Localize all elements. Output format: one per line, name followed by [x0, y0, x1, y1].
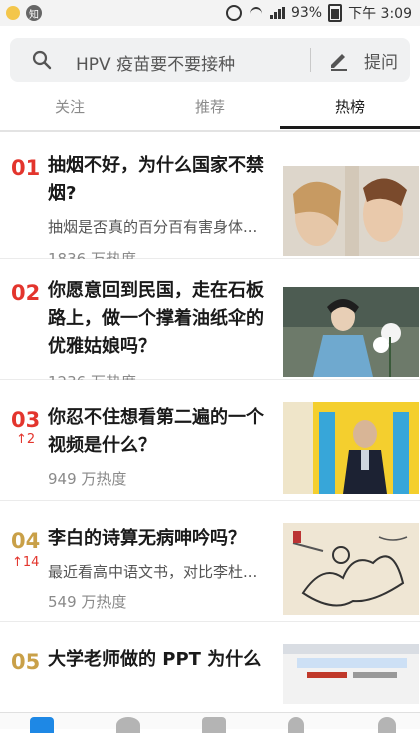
profile-nav-icon[interactable]	[378, 717, 396, 733]
alarm-icon	[225, 5, 242, 21]
battery-icon	[328, 4, 343, 22]
list-item[interactable]: 05 大学老师做的 PPT 为什么	[0, 622, 420, 704]
thumbnail-image[interactable]	[283, 166, 419, 256]
header-divider	[0, 130, 420, 132]
ask-question-label: 提问	[364, 52, 398, 73]
zhihu-notification-icon: 知	[26, 5, 42, 21]
signal-icon	[269, 7, 285, 19]
search-bar[interactable]: HPV 疫苗要不要接种 提问	[10, 38, 410, 82]
top-header: HPV 疫苗要不要接种 提问 关注 推荐 热榜	[0, 26, 420, 131]
answer-excerpt: 最近看高中语文书，对比李杜...	[48, 563, 258, 581]
question-title[interactable]: 大学老师做的 PPT 为什么	[48, 646, 270, 674]
status-bar: 知 93% 下午 3:09	[0, 0, 420, 26]
rank-trend: ↑2	[16, 432, 36, 447]
pencil-icon	[331, 54, 347, 71]
battery-percent: 93%	[290, 5, 323, 21]
thumbnail-image[interactable]	[283, 644, 419, 704]
list-item[interactable]: 02 你愿意回到民国，走在石板路上，做一个撑着油纸伞的优雅姑娘吗？ 1236 万…	[0, 259, 420, 391]
hot-list: 01 抽烟不好，为什么国家不禁烟? 抽烟是否真的百分百有害身体... 1836 …	[0, 138, 420, 704]
rank-number: 05	[11, 650, 41, 674]
question-title[interactable]: 李白的诗算无病呻吟吗？	[48, 525, 270, 553]
thumbnail-image[interactable]	[283, 523, 419, 615]
bottom-nav	[0, 712, 420, 733]
thumbnail-image[interactable]	[283, 287, 419, 377]
search-icon	[32, 50, 52, 70]
thumbnail-image[interactable]	[283, 402, 419, 494]
tab-following[interactable]: 关注	[0, 86, 140, 126]
heat-count: 949 万热度	[48, 470, 127, 488]
feed-tabs: 关注 推荐 热榜	[0, 86, 420, 129]
list-item[interactable]: 03 ↑2 你忍不住想看第二遍的一个视频是什么？ 949 万热度	[0, 380, 420, 501]
search-divider	[310, 48, 311, 72]
clock: 下午 3:09	[348, 6, 412, 22]
tab-recommended[interactable]: 推荐	[140, 86, 280, 126]
market-nav-icon[interactable]	[202, 717, 226, 733]
search-placeholder[interactable]: HPV 疫苗要不要接种	[76, 50, 235, 75]
answer-excerpt: 抽烟是否真的百分百有害身体...	[48, 218, 258, 236]
wifi-icon	[248, 7, 264, 19]
list-item[interactable]: 04 ↑14 李白的诗算无病呻吟吗？ 最近看高中语文书，对比李杜... 549 …	[0, 501, 420, 622]
rank-number: 01	[11, 156, 41, 180]
ask-question-button[interactable]: 提问	[328, 46, 398, 74]
rank-trend: ↑14	[12, 555, 40, 570]
question-title[interactable]: 你愿意回到民国，走在石板路上，做一个撑着油纸伞的优雅姑娘吗？	[48, 277, 270, 361]
rank-number: 02	[11, 281, 41, 305]
ideas-nav-icon[interactable]	[116, 717, 140, 733]
rank-number: 03	[11, 408, 41, 432]
home-nav-icon[interactable]	[30, 717, 54, 733]
rank-number: 04	[11, 529, 41, 553]
weather-icon	[6, 6, 20, 20]
question-title[interactable]: 抽烟不好，为什么国家不禁烟?	[48, 152, 270, 208]
tab-hot-list[interactable]: 热榜	[280, 86, 420, 129]
notifications-nav-icon[interactable]	[288, 717, 304, 733]
question-title[interactable]: 你忍不住想看第二遍的一个视频是什么？	[48, 404, 270, 460]
list-item[interactable]: 01 抽烟不好，为什么国家不禁烟? 抽烟是否真的百分百有害身体... 1836 …	[0, 138, 420, 268]
heat-count: 549 万热度	[48, 593, 127, 611]
